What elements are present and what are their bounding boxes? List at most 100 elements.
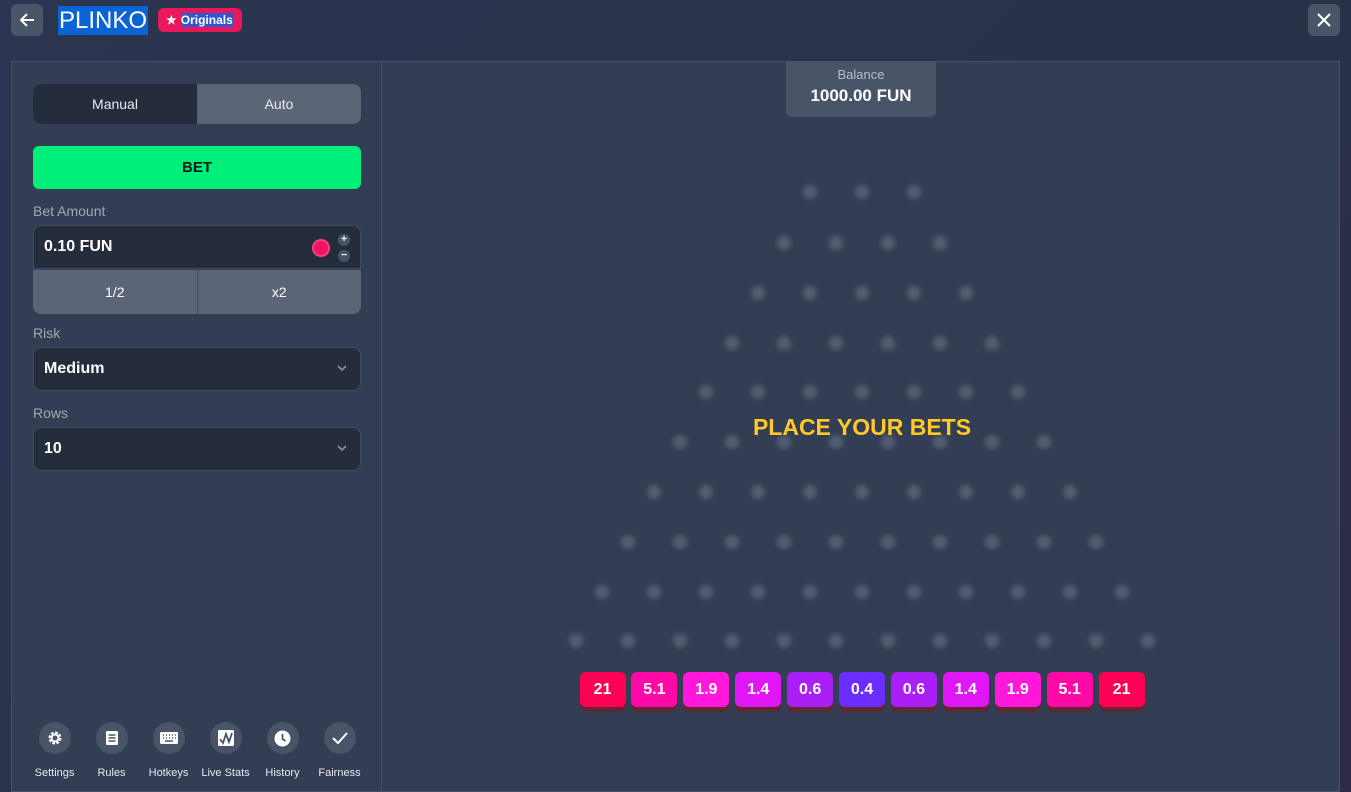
risk-select[interactable]: Medium bbox=[33, 347, 361, 391]
half-button[interactable]: 1/2 bbox=[33, 270, 197, 314]
peg bbox=[803, 185, 817, 199]
peg bbox=[881, 634, 895, 648]
rows-select[interactable]: 10 bbox=[33, 427, 361, 471]
peg bbox=[959, 286, 973, 300]
peg bbox=[673, 535, 687, 549]
multiplier-bucket: 1.4 bbox=[942, 672, 989, 707]
multiplier-bucket: 1.9 bbox=[994, 672, 1041, 707]
hotkeys-label: Hotkeys bbox=[148, 767, 189, 779]
peg bbox=[855, 385, 869, 399]
peg bbox=[569, 634, 583, 648]
live-stats-label: Live Stats bbox=[201, 767, 250, 779]
rows-label: Rows bbox=[33, 405, 69, 421]
peg bbox=[829, 535, 843, 549]
peg bbox=[959, 585, 973, 599]
peg bbox=[933, 236, 947, 250]
peg bbox=[1089, 535, 1103, 549]
multiplier-bucket: 1.9 bbox=[683, 672, 730, 707]
peg bbox=[699, 585, 713, 599]
peg bbox=[907, 286, 921, 300]
star-icon: ★ bbox=[166, 13, 177, 27]
peg bbox=[933, 634, 947, 648]
multiplier-bucket: 21 bbox=[1098, 672, 1145, 707]
peg bbox=[881, 236, 895, 250]
risk-label: Risk bbox=[33, 325, 61, 341]
peg bbox=[855, 185, 869, 199]
double-button[interactable]: x2 bbox=[196, 270, 362, 314]
tab-manual[interactable]: Manual bbox=[33, 84, 197, 124]
peg bbox=[933, 535, 947, 549]
balance-value: 1000.00 FUN bbox=[810, 86, 912, 105]
peg bbox=[1011, 385, 1025, 399]
document-icon bbox=[105, 731, 118, 745]
peg bbox=[1011, 485, 1025, 499]
badge-label: Originals bbox=[180, 13, 233, 27]
peg bbox=[621, 634, 635, 648]
settings-button[interactable]: Settings bbox=[26, 722, 83, 779]
close-button[interactable] bbox=[1308, 4, 1340, 36]
peg bbox=[751, 585, 765, 599]
peg bbox=[829, 236, 843, 250]
keyboard-icon bbox=[159, 732, 178, 744]
peg bbox=[959, 485, 973, 499]
peg bbox=[907, 585, 921, 599]
peg bbox=[881, 535, 895, 549]
bet-amount-value: 0.10 FUN bbox=[44, 238, 113, 255]
multiplier-bucket: 21 bbox=[579, 672, 626, 707]
multiplier-bucket: 5.1 bbox=[1046, 672, 1093, 707]
peg bbox=[829, 336, 843, 350]
multiplier-bucket: 0.4 bbox=[839, 672, 885, 707]
controls-panel: Manual Auto BET Bet Amount 0.10 FUN + − … bbox=[12, 62, 382, 791]
gear-icon bbox=[48, 731, 61, 745]
peg bbox=[881, 336, 895, 350]
tab-auto[interactable]: Auto bbox=[197, 84, 361, 124]
peg bbox=[673, 634, 687, 648]
peg bbox=[829, 634, 843, 648]
peg bbox=[907, 185, 921, 199]
history-button[interactable]: History bbox=[254, 722, 311, 779]
settings-label: Settings bbox=[34, 767, 75, 779]
bet-amount-input[interactable]: 0.10 FUN + − bbox=[33, 225, 361, 269]
peg bbox=[1063, 485, 1077, 499]
peg bbox=[725, 535, 739, 549]
check-icon bbox=[331, 732, 348, 745]
peg bbox=[855, 585, 869, 599]
chevron-down-icon bbox=[337, 365, 347, 372]
peg bbox=[725, 336, 739, 350]
peg bbox=[777, 634, 791, 648]
peg bbox=[1063, 585, 1077, 599]
peg bbox=[1141, 634, 1155, 648]
peg bbox=[803, 286, 817, 300]
live-stats-button[interactable]: Live Stats bbox=[197, 722, 254, 779]
bet-button[interactable]: BET bbox=[33, 146, 361, 189]
chart-icon bbox=[217, 730, 234, 746]
peg bbox=[959, 385, 973, 399]
mode-tabs: Manual Auto bbox=[33, 84, 361, 124]
fairness-button[interactable]: Fairness bbox=[311, 722, 368, 779]
peg bbox=[699, 385, 713, 399]
peg bbox=[595, 585, 609, 599]
peg bbox=[1089, 634, 1103, 648]
decrement-button[interactable]: − bbox=[338, 250, 350, 262]
peg bbox=[777, 336, 791, 350]
rules-button[interactable]: Rules bbox=[83, 722, 140, 779]
hotkeys-button[interactable]: Hotkeys bbox=[140, 722, 197, 779]
rules-label: Rules bbox=[97, 767, 126, 779]
coin-icon bbox=[312, 239, 330, 257]
multiplier-bucket: 5.1 bbox=[631, 672, 678, 707]
peg bbox=[985, 336, 999, 350]
peg bbox=[777, 535, 791, 549]
status-message: PLACE YOUR BETS bbox=[752, 414, 972, 440]
peg bbox=[907, 385, 921, 399]
increment-button[interactable]: + bbox=[338, 234, 350, 246]
peg bbox=[907, 485, 921, 499]
peg bbox=[751, 385, 765, 399]
originals-badge: ★ Originals bbox=[158, 8, 242, 32]
peg bbox=[1011, 585, 1025, 599]
peg bbox=[803, 385, 817, 399]
history-label: History bbox=[265, 767, 300, 779]
game-panel: Manual Auto BET Bet Amount 0.10 FUN + − … bbox=[11, 61, 1340, 792]
peg bbox=[1115, 585, 1129, 599]
back-button[interactable] bbox=[11, 4, 43, 36]
peg bbox=[621, 535, 635, 549]
